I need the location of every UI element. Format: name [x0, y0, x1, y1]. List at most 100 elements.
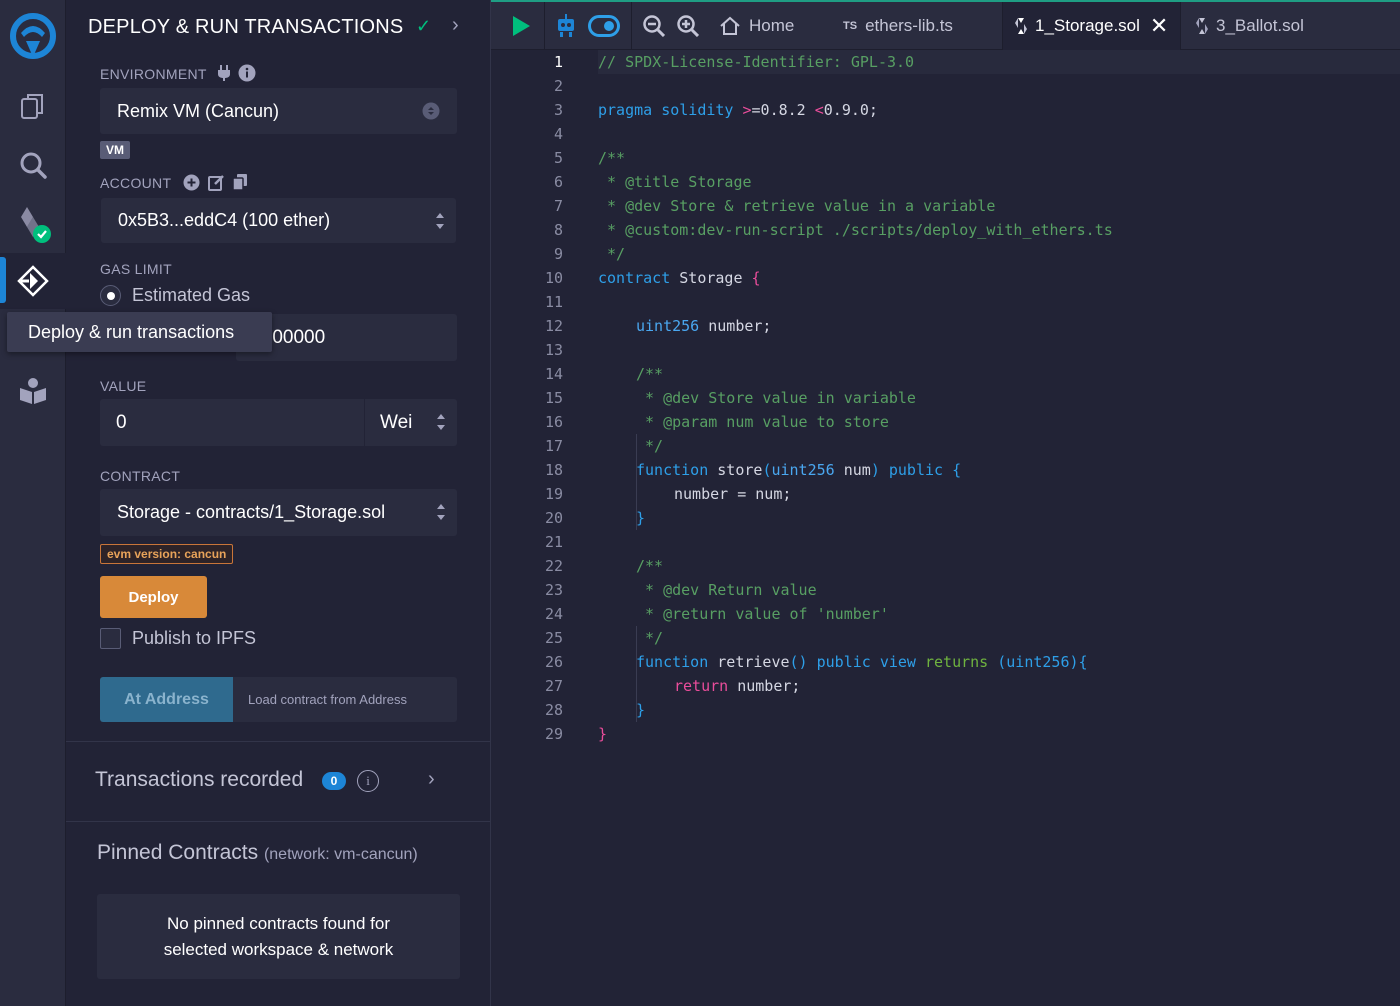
line-number: 3	[553, 101, 563, 119]
line-number: 8	[553, 221, 563, 239]
account-select[interactable]: 0x5B3...eddC4 (100 ether)	[101, 198, 456, 243]
pinned-empty-line: No pinned contracts found for	[166, 914, 391, 933]
code-line: * @custom:dev-run-script ./scripts/deplo…	[598, 221, 1113, 239]
zoom-out-icon[interactable]	[643, 2, 665, 50]
pinned-contracts-title: Pinned Contracts (network: vm-cancun)	[97, 841, 418, 865]
remix-logo-icon[interactable]	[0, 8, 66, 64]
divider	[66, 821, 491, 822]
run-script-icon[interactable]	[511, 2, 531, 50]
transactions-count-badge: 0	[322, 772, 346, 790]
environment-select[interactable]: Remix VM (Cancun)	[100, 88, 457, 134]
estimated-gas-label: Estimated Gas	[132, 285, 251, 305]
environment-label: ENVIRONMENT	[100, 66, 207, 82]
code-line: * @dev Store & retrieve value in a varia…	[598, 197, 996, 215]
code-line: // SPDX-License-Identifier: GPL-3.0	[598, 50, 943, 74]
account-value: 0x5B3...eddC4 (100 ether)	[118, 210, 331, 230]
copy-icon[interactable]	[233, 174, 248, 191]
edit-icon[interactable]	[208, 174, 225, 191]
publish-ipfs-label: Publish to IPFS	[132, 628, 257, 648]
account-label: ACCOUNT	[100, 175, 172, 191]
learneth-icon[interactable]	[0, 362, 66, 418]
tab-storage[interactable]: 1_Storage.sol ✕	[1003, 2, 1180, 50]
code-line: * @title Storage	[598, 173, 752, 191]
publish-ipfs-checkbox[interactable]	[100, 628, 121, 649]
at-address-button[interactable]: At Address	[100, 677, 233, 722]
line-number: 22	[544, 557, 563, 575]
info-circle-icon[interactable]	[238, 64, 256, 82]
code-line: function retrieve() public view returns …	[636, 653, 1088, 671]
code-line: }	[636, 509, 646, 527]
line-number: 26	[544, 653, 563, 671]
line-number: 20	[544, 509, 563, 527]
line-number: 16	[544, 413, 563, 431]
info-icon[interactable]: i	[357, 770, 379, 792]
line-number: 1	[553, 53, 563, 71]
plug-icon	[218, 65, 230, 81]
solidity-file-icon	[1015, 18, 1027, 34]
solidity-compiler-icon[interactable]	[0, 196, 66, 252]
load-contract-input[interactable]: Load contract from Address	[233, 677, 457, 722]
line-number: 10	[544, 269, 563, 287]
ai-robot-icon[interactable]	[555, 2, 577, 50]
deploy-button[interactable]: Deploy	[100, 576, 207, 618]
vm-badge: VM	[100, 141, 130, 159]
line-number: 27	[544, 677, 563, 695]
line-number: 4	[553, 125, 563, 143]
chevron-right-icon[interactable]: ›	[452, 14, 459, 37]
line-number: 7	[553, 197, 563, 215]
tab-home[interactable]: Home	[717, 2, 806, 50]
deploy-run-icon[interactable]	[0, 253, 66, 309]
tab-storage-label: 1_Storage.sol	[1035, 16, 1140, 35]
line-number: 12	[544, 317, 563, 335]
value-unit-select[interactable]: Wei	[364, 399, 457, 446]
code-line: * @return value of 'number'	[636, 605, 889, 623]
solidity-file-icon	[1196, 18, 1208, 34]
line-number: 5	[553, 149, 563, 167]
line-number: 23	[544, 581, 563, 599]
value-unit: Wei	[380, 411, 413, 433]
line-number: 21	[544, 533, 563, 551]
line-number: 29	[544, 725, 563, 743]
deploy-run-panel: DEPLOY & RUN TRANSACTIONS ✓ › ENVIRONMEN…	[66, 0, 491, 1006]
chevron-right-icon[interactable]: ›	[428, 768, 435, 791]
value-input[interactable]: 0	[100, 399, 364, 446]
contract-select[interactable]: Storage - contracts/1_Storage.sol	[100, 489, 457, 536]
transactions-recorded-title[interactable]: Transactions recorded	[95, 768, 303, 792]
gas-limit-label: GAS LIMIT	[100, 261, 172, 277]
contract-value: Storage - contracts/1_Storage.sol	[117, 502, 386, 522]
line-number: 13	[544, 341, 563, 359]
line-number: 6	[553, 173, 563, 191]
line-number: 18	[544, 461, 563, 479]
select-arrows-icon	[437, 414, 445, 430]
pinned-empty-message: No pinned contracts found for selected w…	[97, 894, 460, 979]
code-area[interactable]: // SPDX-License-Identifier: GPL-3.0 prag…	[598, 50, 1400, 1006]
contract-label: CONTRACT	[100, 468, 181, 484]
code-line: function store(uint256 num) public {	[636, 461, 962, 479]
line-number: 14	[544, 365, 563, 383]
file-explorer-icon[interactable]	[0, 78, 66, 134]
select-arrows-icon	[436, 213, 444, 229]
zoom-in-icon[interactable]	[677, 2, 699, 50]
toggle-icon[interactable]	[588, 2, 620, 50]
tab-ballot[interactable]: 3_Ballot.sol	[1184, 2, 1304, 50]
search-icon[interactable]	[0, 137, 66, 193]
panel-title: DEPLOY & RUN TRANSACTIONS	[88, 16, 404, 38]
tooltip: Deploy & run transactions	[7, 312, 272, 352]
environment-value: Remix VM (Cancun)	[117, 100, 280, 121]
line-number: 17	[544, 437, 563, 455]
code-line: */	[636, 437, 664, 455]
value-label: VALUE	[100, 378, 147, 394]
line-number: 15	[544, 389, 563, 407]
typescript-icon: TS	[843, 20, 858, 32]
pinned-network: (network: vm-cancun)	[263, 846, 418, 863]
code-line: /**	[636, 557, 664, 575]
estimated-gas-radio[interactable]	[100, 285, 121, 306]
close-icon[interactable]: ✕	[1150, 13, 1168, 39]
code-line: * @dev Store value in variable	[636, 389, 916, 407]
editor-tabs: Home TS ethers-lib.ts 1_Storage.sol ✕ 3_…	[491, 0, 1400, 50]
plus-circle-icon[interactable]	[183, 174, 200, 191]
line-number: 28	[544, 701, 563, 719]
code-line: }	[636, 701, 646, 719]
tab-ethers-lib[interactable]: TS ethers-lib.ts	[831, 2, 965, 50]
code-line: * @dev Return value	[636, 581, 817, 599]
